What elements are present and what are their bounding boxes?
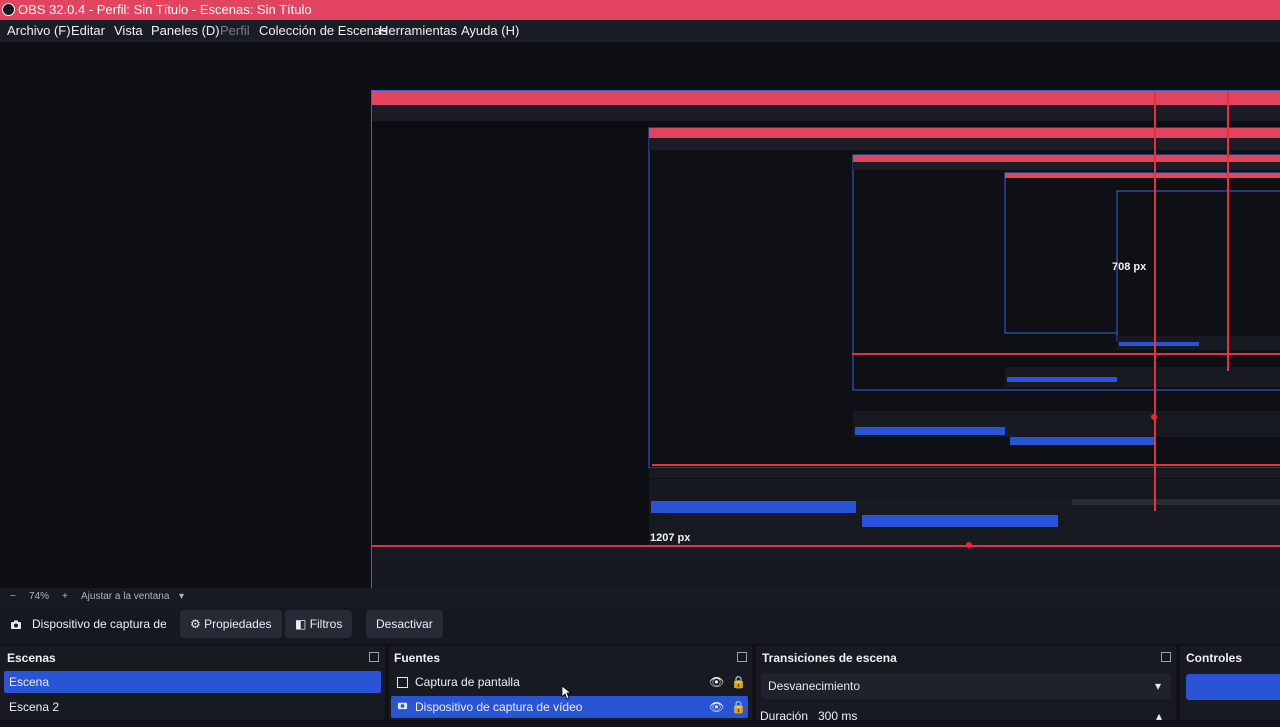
transition-select[interactable]: Desvanecimiento ▾ [761, 673, 1171, 699]
camera-icon [397, 696, 408, 718]
menu-ayuda[interactable]: Ayuda (H) [461, 20, 519, 42]
duration-value[interactable]: 300 ms [818, 705, 857, 727]
sources-dock-title: Fuentes [394, 651, 441, 665]
deactivate-button[interactable]: Desactivar [366, 610, 443, 638]
zoom-in-button[interactable]: + [62, 588, 68, 606]
properties-button[interactable]: ⚙ Propiedades [180, 610, 282, 638]
menu-herramientas[interactable]: Herramientas [379, 20, 457, 42]
undock-icon[interactable] [369, 652, 379, 662]
measure-line-horizontal-2 [652, 464, 1280, 466]
transitions-dock-title: Transiciones de escena [762, 651, 897, 665]
controls-dock-title: Controles [1186, 651, 1243, 665]
lock-icon[interactable]: 🔒 [731, 696, 746, 718]
menu-bar: Archivo (F) Editar Vista Paneles (D) Per… [0, 20, 1280, 42]
menu-archivo[interactable]: Archivo (F) [7, 20, 71, 42]
eye-icon[interactable]: 👁 [709, 696, 724, 718]
source-toolbar: Dispositivo de captura de v ⚙ Propiedade… [0, 606, 1280, 644]
undock-icon[interactable] [737, 652, 747, 662]
nested-screen-capture [372, 91, 1280, 631]
selected-source-name: Dispositivo de captura de v [32, 617, 166, 631]
measure-handle [966, 542, 972, 548]
source-label: Dispositivo de captura de vídeo [415, 700, 583, 714]
measure-line-vertical-2 [1227, 91, 1229, 371]
menu-editar[interactable]: Editar [71, 20, 105, 42]
preview-area[interactable]: 1207 px 708 px [0, 42, 1280, 631]
lock-icon[interactable]: 🔒 [731, 671, 746, 693]
measure-width-label: 1207 px [650, 532, 691, 544]
zoom-out-button[interactable]: − [10, 588, 16, 606]
menu-perfil: Perfil [220, 23, 250, 38]
scene-item[interactable]: Escena 2 [4, 696, 381, 718]
measure-line-vertical [1154, 91, 1156, 511]
duration-row: Duración 300 ms ▴ [760, 705, 1172, 727]
mouse-cursor-icon [562, 686, 572, 700]
measure-line-horizontal-3 [852, 353, 1280, 355]
scene-label: Escena [9, 675, 50, 689]
fit-window-label[interactable]: Ajustar a la ventana [81, 588, 169, 606]
scenes-dock-title: Escenas [7, 651, 56, 665]
preview-canvas[interactable]: 1207 px 708 px [371, 90, 1280, 631]
measure-height-label: 708 px [1112, 261, 1147, 273]
filters-label: Filtros [309, 617, 343, 631]
scene-label: Escena 2 [9, 700, 60, 714]
title-bar: OBS 32.0.4 - Perfil: Sin Título - Escena… [0, 0, 1280, 20]
menu-paneles[interactable]: Paneles (D) [151, 20, 220, 42]
undock-icon[interactable] [1161, 652, 1171, 662]
chevron-up-icon[interactable]: ▴ [1156, 705, 1162, 727]
menu-coleccion-escenas[interactable]: Colección de Escenas [259, 20, 388, 42]
window-title: OBS 32.0.4 - Perfil: Sin Título - Escena… [18, 2, 312, 17]
transition-value: Desvanecimiento [768, 679, 861, 693]
chevron-down-icon: ▾ [1154, 679, 1161, 693]
start-streaming-button[interactable] [1186, 674, 1280, 700]
camera-icon [10, 610, 22, 638]
gear-icon: ⚙ [190, 617, 201, 631]
properties-label: Propiedades [204, 617, 272, 631]
filters-button[interactable]: ◧ Filtros [285, 610, 353, 638]
measure-line-horizontal [372, 545, 1280, 547]
zoom-value: 74% [29, 591, 50, 602]
fit-window-dropdown-icon[interactable]: ▾ [179, 588, 184, 606]
filter-icon: ◧ [295, 617, 307, 631]
eye-icon[interactable]: 👁 [709, 671, 724, 693]
source-label: Captura de pantalla [415, 675, 520, 689]
obs-app-icon [2, 3, 15, 16]
zoom-bar: − 74% + Ajustar a la ventana ▾ [0, 588, 1280, 606]
duration-label: Duración [760, 709, 809, 723]
monitor-icon [397, 677, 408, 688]
measure-handle-2 [1151, 414, 1157, 420]
menu-vista[interactable]: Vista [114, 20, 143, 42]
scene-item[interactable]: Escena [4, 671, 381, 693]
